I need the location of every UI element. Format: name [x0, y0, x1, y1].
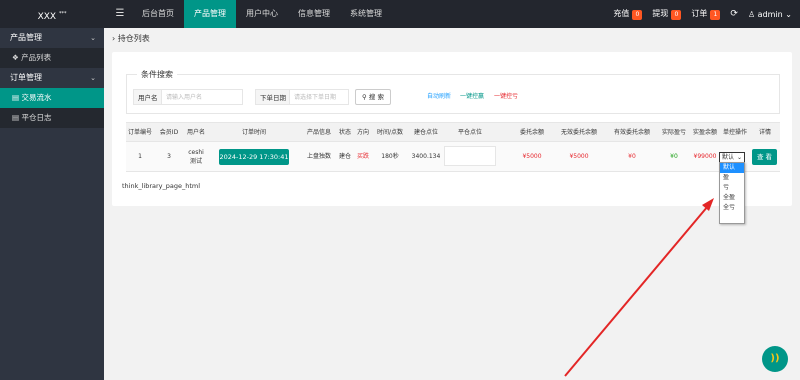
sound-icon: )) [770, 353, 780, 364]
arrow-line [564, 205, 709, 377]
arrow-head [702, 198, 714, 211]
floating-sound-button[interactable]: )) [762, 346, 788, 372]
annotation-arrow [564, 198, 714, 377]
